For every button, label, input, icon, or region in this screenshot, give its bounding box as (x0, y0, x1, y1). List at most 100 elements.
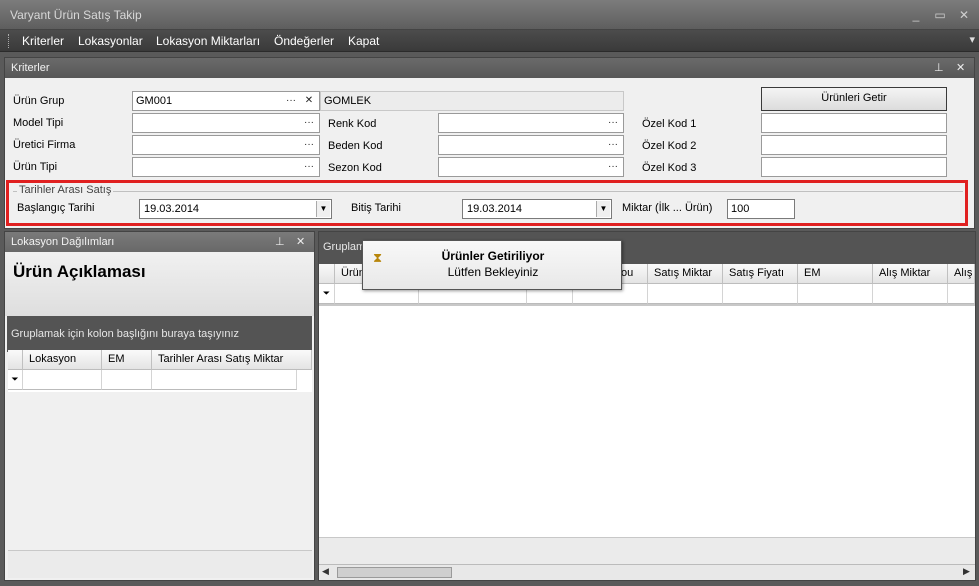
uretici-firma-label: Üretici Firma (13, 139, 76, 151)
ozel-kod-2-label: Özel Kod 2 (642, 140, 697, 152)
menu-lokasyonlar[interactable]: Lokasyonlar (78, 34, 143, 48)
miktar-label: Miktar (İlk ... Ürün) (622, 202, 713, 214)
column-header-alis-fiyati[interactable]: Alış F (948, 264, 975, 284)
lokasyon-grid: Lokasyon EM Tarihler Arası Satış Miktar … (8, 350, 312, 392)
ozel-kod-1-field[interactable] (761, 113, 947, 133)
filter-cell-em[interactable] (102, 370, 152, 390)
group-border-line (13, 191, 963, 192)
main-group-hint-text: Gruplam (323, 241, 366, 253)
miktar-value: 100 (731, 203, 750, 215)
column-header-satis-miktar[interactable]: Satış Miktar (648, 264, 723, 284)
group-hint-text: Gruplamak için kolon başlığını buraya ta… (11, 328, 240, 340)
sezon-kod-label: Sezon Kod (328, 162, 382, 174)
clear-icon[interactable]: ✕ (301, 94, 317, 110)
filter-cell[interactable] (948, 284, 975, 304)
lokasyon-dagilimlari-panel: Lokasyon Dağılımları ⊥ ✕ Ürün Açıklaması… (4, 231, 315, 581)
window-title-bar: Varyant Ürün Satış Takip _ ▭ ✕ (0, 0, 979, 30)
kriterler-header: Kriterler ⊥ ✕ (5, 58, 974, 78)
menu-lokasyon-miktarlari[interactable]: Lokasyon Miktarları (156, 34, 260, 48)
ozel-kod-2-field[interactable] (761, 135, 947, 155)
urun-tipi-label: Ürün Tipi (13, 161, 58, 173)
urun-aciklamasi-area: Ürün Açıklaması (5, 254, 314, 316)
scroll-thumb[interactable] (337, 567, 452, 578)
menu-kapat[interactable]: Kapat (348, 34, 379, 48)
baslangic-tarihi-value: 19.03.2014 (144, 203, 200, 215)
ellipsis-button[interactable]: ··· (283, 94, 299, 110)
column-header-em[interactable]: EM (798, 264, 873, 284)
urunleri-getir-button[interactable]: Ürünleri Getir (761, 87, 947, 111)
pin-icon[interactable]: ⊥ (275, 232, 285, 252)
renk-kod-label: Renk Kod (328, 118, 377, 130)
urun-grup-description: GOMLEK (320, 91, 624, 111)
kriterler-panel: Kriterler ⊥ ✕ Ürün Grup GM001 ··· ✕ GOML… (4, 57, 975, 229)
ellipsis-button[interactable]: ··· (605, 160, 621, 176)
lokasyon-grid-body (8, 394, 312, 550)
minimize-button[interactable]: _ (906, 6, 926, 24)
urun-grup-label: Ürün Grup (13, 95, 65, 107)
scroll-right-icon[interactable]: ▶ (963, 566, 970, 577)
window-title: Varyant Ürün Satış Takip (10, 8, 142, 22)
column-header-satis-miktar[interactable]: Tarihler Arası Satış Miktar (152, 350, 312, 370)
chevron-down-icon[interactable]: ▼ (316, 201, 330, 217)
loading-popup: ⧗ Ürünler Getiriliyor Lütfen Bekleyiniz (362, 240, 622, 290)
loading-message: Lütfen Bekleyiniz (447, 265, 539, 279)
close-window-button[interactable]: ✕ (954, 6, 974, 24)
bitis-tarihi-value: 19.03.2014 (467, 203, 523, 215)
lokasyon-header: Lokasyon Dağılımları ⊥ ✕ (5, 232, 314, 252)
filter-cell[interactable] (798, 284, 873, 304)
chevron-down-icon[interactable]: ▾ (969, 33, 975, 46)
urun-tipi-field[interactable]: ··· (132, 157, 320, 177)
pin-icon[interactable]: ⊥ (934, 58, 944, 78)
renk-kod-field[interactable]: ··· (438, 113, 624, 133)
tarihler-legend: Tarihler Arası Satış (17, 184, 114, 196)
ozel-kod-3-field[interactable] (761, 157, 947, 177)
kriterler-title: Kriterler (11, 62, 50, 74)
ellipsis-button[interactable]: ··· (301, 160, 317, 176)
uretici-firma-field[interactable]: ··· (132, 135, 320, 155)
horizontal-scrollbar[interactable]: ◀ ▶ (319, 564, 975, 580)
ellipsis-button[interactable]: ··· (301, 138, 317, 154)
urun-aciklamasi-title: Ürün Açıklaması (13, 262, 146, 281)
ellipsis-button[interactable]: ··· (605, 116, 621, 132)
filter-cell-satis-miktar[interactable] (152, 370, 297, 390)
scroll-left-icon[interactable]: ◀ (322, 566, 329, 577)
tarihler-arasi-satis-group: Tarihler Arası Satış Başlangıç Tarihi 19… (6, 180, 968, 226)
toolbar-grip[interactable] (8, 34, 11, 48)
ellipsis-button[interactable]: ··· (301, 116, 317, 132)
close-icon[interactable]: ✕ (956, 58, 965, 78)
column-header-alis-miktar[interactable]: Alış Miktar (873, 264, 948, 284)
maximize-button[interactable]: ▭ (930, 6, 950, 24)
urun-grup-desc-text: GOMLEK (324, 95, 372, 107)
lokasyon-title: Lokasyon Dağılımları (11, 236, 115, 248)
urun-grup-value: GM001 (136, 95, 173, 107)
model-tipi-field[interactable]: ··· (132, 113, 320, 133)
main-grid-footer (319, 537, 975, 564)
ozel-kod-1-label: Özel Kod 1 (642, 118, 697, 130)
chevron-down-icon[interactable]: ▼ (596, 201, 610, 217)
filter-cell[interactable] (873, 284, 948, 304)
filter-cell[interactable] (648, 284, 723, 304)
filter-icon[interactable]: ⏷ (8, 370, 23, 390)
menu-bar: Kriterler Lokasyonlar Lokasyon Miktarlar… (0, 30, 979, 52)
bitis-tarihi-dropdown[interactable]: 19.03.2014 ▼ (462, 199, 612, 219)
baslangic-tarihi-dropdown[interactable]: 19.03.2014 ▼ (139, 199, 332, 219)
column-header-satis-fiyati[interactable]: Satış Fiyatı (723, 264, 798, 284)
kriterler-body: Ürün Grup GM001 ··· ✕ GOMLEK Ürünleri Ge… (5, 78, 974, 228)
column-header-lokasyon[interactable]: Lokasyon (23, 350, 102, 370)
beden-kod-field[interactable]: ··· (438, 135, 624, 155)
filter-icon[interactable]: ⏷ (319, 284, 335, 304)
menu-kriterler[interactable]: Kriterler (22, 34, 64, 48)
filter-cell[interactable] (723, 284, 798, 304)
column-header-em[interactable]: EM (102, 350, 152, 370)
sezon-kod-field[interactable]: ··· (438, 157, 624, 177)
ozel-kod-3-label: Özel Kod 3 (642, 162, 697, 174)
lokasyon-footer (8, 550, 312, 578)
miktar-field[interactable]: 100 (727, 199, 795, 219)
group-by-area[interactable]: Gruplamak için kolon başlığını buraya ta… (7, 316, 312, 352)
close-icon[interactable]: ✕ (296, 232, 305, 252)
model-tipi-label: Model Tipi (13, 117, 64, 129)
menu-ondegerler[interactable]: Öndeğerler (274, 34, 334, 48)
urun-grup-field[interactable]: GM001 ··· ✕ (132, 91, 320, 111)
ellipsis-button[interactable]: ··· (605, 138, 621, 154)
filter-cell-lokasyon[interactable] (23, 370, 102, 390)
